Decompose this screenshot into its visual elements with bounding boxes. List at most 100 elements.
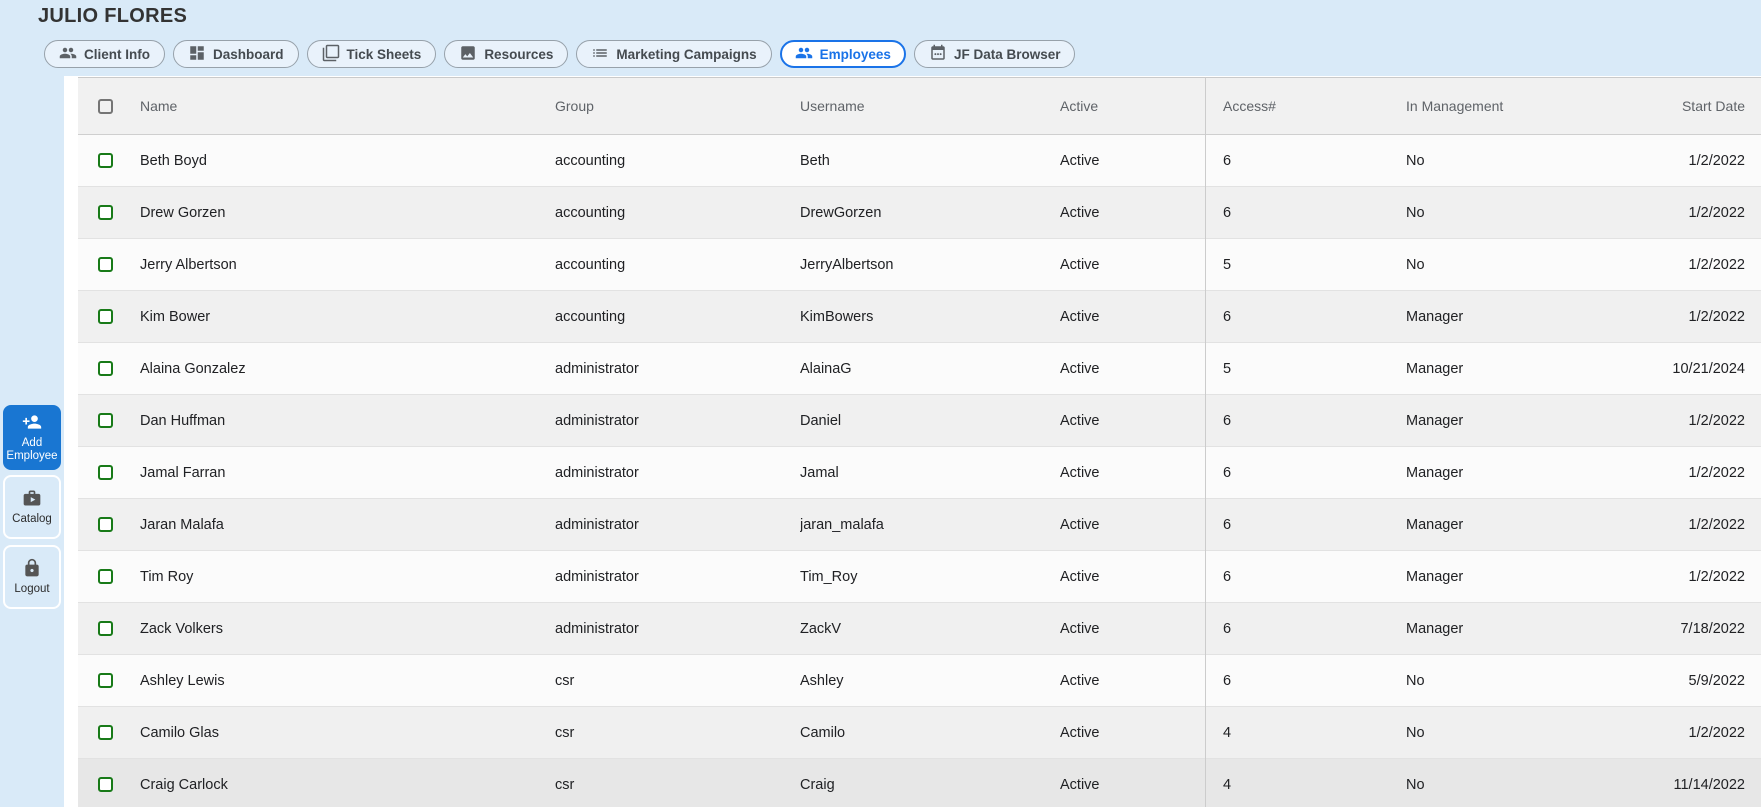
table-row[interactable]: Tim Roy administrator Tim_Roy Active 6 M… [78, 551, 1761, 603]
cell-access: 6 [1223, 309, 1406, 325]
cell-name: Craig Carlock [140, 777, 555, 793]
cell-name: Jerry Albertson [140, 257, 555, 273]
row-checkbox[interactable] [98, 725, 113, 740]
cell-access: 6 [1223, 621, 1406, 637]
row-checkbox[interactable] [98, 153, 113, 168]
tab-label: Resources [484, 47, 553, 62]
cell-group: csr [555, 725, 800, 741]
cell-username: Craig [800, 777, 1060, 793]
table-row[interactable]: Dan Huffman administrator Daniel Active … [78, 395, 1761, 447]
row-checkbox[interactable] [98, 517, 113, 532]
cell-start-date: 11/14/2022 [1661, 777, 1761, 793]
table-row[interactable]: Drew Gorzen accounting DrewGorzen Active… [78, 187, 1761, 239]
cell-name: Camilo Glas [140, 725, 555, 741]
row-checkbox[interactable] [98, 205, 113, 220]
cell-in-management: Manager [1406, 465, 1661, 481]
table-row[interactable]: Craig Carlock csr Craig Active 4 No 11/1… [78, 759, 1761, 807]
cell-group: administrator [555, 465, 800, 481]
cell-start-date: 1/2/2022 [1661, 413, 1761, 429]
table-body: Beth Boyd accounting Beth Active 6 No 1/… [78, 135, 1761, 807]
tab-label: Dashboard [213, 47, 284, 62]
select-all-checkbox[interactable] [98, 99, 113, 114]
cell-active: Active [1060, 309, 1223, 325]
tab-resources[interactable]: Resources [444, 40, 568, 68]
column-header-name: Name [140, 98, 555, 114]
tab-dashboard[interactable]: Dashboard [173, 40, 299, 68]
employees-table: Name Group Username Active Access# In Ma… [78, 77, 1761, 807]
tab-client-info[interactable]: Client Info [44, 40, 165, 68]
row-checkbox[interactable] [98, 465, 113, 480]
cell-start-date: 1/2/2022 [1661, 517, 1761, 533]
cell-name: Zack Volkers [140, 621, 555, 637]
cell-in-management: Manager [1406, 621, 1661, 637]
dashboard-icon [188, 44, 206, 65]
column-header-in-management: In Management [1406, 98, 1661, 114]
table-row[interactable]: Kim Bower accounting KimBowers Active 6 … [78, 291, 1761, 343]
sidebar-button-label: Catalog [12, 513, 52, 526]
add-employee-button[interactable]: Add Employee [3, 405, 61, 470]
cell-active: Active [1060, 361, 1223, 377]
row-checkbox[interactable] [98, 257, 113, 272]
row-checkbox[interactable] [98, 777, 113, 792]
table-row[interactable]: Jamal Farran administrator Jamal Active … [78, 447, 1761, 499]
tab-tick-sheets[interactable]: Tick Sheets [307, 40, 437, 68]
row-checkbox[interactable] [98, 673, 113, 688]
sidebar-button-label: Logout [14, 583, 49, 596]
cell-username: ZackV [800, 621, 1060, 637]
table-row[interactable]: Zack Volkers administrator ZackV Active … [78, 603, 1761, 655]
cell-username: jaran_malafa [800, 517, 1060, 533]
cell-username: DrewGorzen [800, 205, 1060, 221]
cell-active: Active [1060, 205, 1223, 221]
cell-access: 5 [1223, 361, 1406, 377]
cell-active: Active [1060, 153, 1223, 169]
cell-username: AlainaG [800, 361, 1060, 377]
column-header-group: Group [555, 98, 800, 114]
tab-label: Marketing Campaigns [616, 47, 756, 62]
column-header-active: Active [1060, 98, 1223, 114]
employees-page: JULIO FLORES Client Info Dashboard Tick … [0, 0, 1761, 807]
table-row[interactable]: Ashley Lewis csr Ashley Active 6 No 5/9/… [78, 655, 1761, 707]
sidebar: Add Employee Catalog Logout [0, 74, 64, 807]
person-add-icon [22, 412, 42, 435]
cell-access: 6 [1223, 205, 1406, 221]
cell-group: administrator [555, 517, 800, 533]
cell-name: Jamal Farran [140, 465, 555, 481]
cell-in-management: No [1406, 153, 1661, 169]
cell-username: KimBowers [800, 309, 1060, 325]
tab-label: Employees [820, 47, 891, 62]
logout-button[interactable]: Logout [3, 545, 61, 609]
cell-username: Daniel [800, 413, 1060, 429]
row-checkbox[interactable] [98, 361, 113, 376]
cell-in-management: No [1406, 205, 1661, 221]
table-row[interactable]: Alaina Gonzalez administrator AlainaG Ac… [78, 343, 1761, 395]
row-checkbox[interactable] [98, 413, 113, 428]
cell-start-date: 1/2/2022 [1661, 725, 1761, 741]
cell-access: 5 [1223, 257, 1406, 273]
cell-access: 6 [1223, 465, 1406, 481]
table-row[interactable]: Jaran Malafa administrator jaran_malafa … [78, 499, 1761, 551]
row-checkbox[interactable] [98, 309, 113, 324]
row-checkbox[interactable] [98, 621, 113, 636]
cell-active: Active [1060, 465, 1223, 481]
cell-username: JerryAlbertson [800, 257, 1060, 273]
tab-employees[interactable]: Employees [780, 40, 906, 68]
table-row[interactable]: Camilo Glas csr Camilo Active 4 No 1/2/2… [78, 707, 1761, 759]
row-checkbox[interactable] [98, 569, 113, 584]
catalog-button[interactable]: Catalog [3, 475, 61, 539]
cell-start-date: 1/2/2022 [1661, 569, 1761, 585]
table-row[interactable]: Jerry Albertson accounting JerryAlbertso… [78, 239, 1761, 291]
cell-name: Kim Bower [140, 309, 555, 325]
table-row[interactable]: Beth Boyd accounting Beth Active 6 No 1/… [78, 135, 1761, 187]
top-banner: JULIO FLORES Client Info Dashboard Tick … [0, 0, 1761, 76]
cell-active: Active [1060, 621, 1223, 637]
cell-group: csr [555, 777, 800, 793]
cell-in-management: Manager [1406, 309, 1661, 325]
cell-group: accounting [555, 257, 800, 273]
cell-active: Active [1060, 257, 1223, 273]
tab-jf-data-browser[interactable]: JF Data Browser [914, 40, 1076, 68]
tab-marketing-campaigns[interactable]: Marketing Campaigns [576, 40, 771, 68]
cell-active: Active [1060, 725, 1223, 741]
cell-access: 6 [1223, 517, 1406, 533]
tab-bar: Client Info Dashboard Tick Sheets Resour… [44, 40, 1075, 68]
cell-active: Active [1060, 673, 1223, 689]
